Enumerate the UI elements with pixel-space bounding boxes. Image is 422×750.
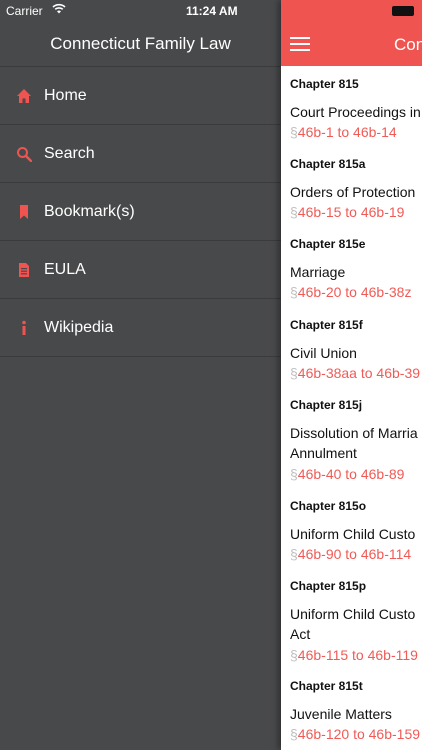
chapter-number: Chapter 815j bbox=[290, 398, 363, 412]
menu-item-eula[interactable]: EULA bbox=[0, 241, 281, 298]
section-symbol: § bbox=[290, 726, 298, 742]
chapter-number: Chapter 815e bbox=[290, 237, 366, 251]
side-drawer: Carrier 11:24 AM Connecticut Family Law … bbox=[0, 0, 281, 750]
battery-icon bbox=[392, 6, 414, 16]
document-icon bbox=[16, 262, 32, 278]
menu-item-label: Home bbox=[44, 86, 87, 104]
chapter-range: §46b-15 to 46b-19 bbox=[290, 204, 404, 220]
section-symbol: § bbox=[290, 647, 298, 663]
chapter-number: Chapter 815a bbox=[290, 157, 366, 171]
range-text: 46b-20 to 46b-38z bbox=[297, 284, 412, 300]
section-symbol: § bbox=[290, 204, 298, 220]
search-icon bbox=[16, 146, 32, 162]
menu-item-home[interactable]: Home bbox=[0, 67, 281, 124]
chapter-row[interactable]: Chapter 815e Marriage §46b-20 to 46b-38z bbox=[281, 226, 422, 308]
chapter-range: §46b-115 to 46b-119 bbox=[290, 647, 418, 663]
navigation-bar: Con bbox=[281, 0, 422, 66]
chapter-row[interactable]: Chapter 815p Uniform Child Custo Act §46… bbox=[281, 568, 422, 669]
section-symbol: § bbox=[290, 365, 298, 381]
chapter-row[interactable]: Chapter 815j Dissolution of Marria Annul… bbox=[281, 387, 422, 489]
chapter-range: §46b-38aa to 46b-39 bbox=[290, 365, 420, 381]
chapter-title: Uniform Child Custo bbox=[290, 606, 416, 622]
range-text: 46b-15 to 46b-19 bbox=[297, 204, 405, 220]
chapter-title: Marriage bbox=[290, 264, 346, 280]
chapter-range: §46b-1 to 46b-14 bbox=[290, 124, 397, 140]
bookmark-icon bbox=[16, 204, 32, 220]
menu-item-label: EULA bbox=[44, 260, 86, 278]
chapter-number: Chapter 815o bbox=[290, 499, 367, 513]
chapter-title: Court Proceedings in bbox=[290, 104, 421, 120]
range-text: 46b-115 to 46b-119 bbox=[297, 647, 418, 663]
nav-title: Con bbox=[394, 35, 422, 54]
home-icon bbox=[16, 88, 32, 104]
chapter-title: Civil Union bbox=[290, 345, 357, 361]
chapter-number: Chapter 815t bbox=[290, 679, 363, 693]
section-symbol: § bbox=[290, 546, 298, 562]
chapter-title: Juvenile Matters bbox=[290, 706, 392, 722]
section-symbol: § bbox=[290, 466, 298, 482]
range-text: 46b-90 to 46b-114 bbox=[297, 546, 412, 562]
drawer-title: Connecticut Family Law bbox=[50, 34, 231, 53]
menu-item-label: Bookmark(s) bbox=[44, 202, 135, 220]
chapter-title: Uniform Child Custo bbox=[290, 526, 416, 542]
menu-item-label: Wikipedia bbox=[44, 318, 114, 336]
divider bbox=[0, 356, 281, 357]
chapter-title-line-2: Act bbox=[290, 626, 311, 642]
chapter-range: §46b-90 to 46b-114 bbox=[290, 546, 411, 562]
chapter-number: Chapter 815f bbox=[290, 318, 363, 332]
menu-item-bookmarks[interactable]: Bookmark(s) bbox=[0, 183, 281, 240]
chapter-range: §46b-120 to 46b-159 bbox=[290, 726, 420, 742]
chapter-title: Dissolution of Marria bbox=[290, 425, 418, 441]
menu-item-label: Search bbox=[44, 144, 95, 162]
section-symbol: § bbox=[290, 124, 298, 140]
chapter-title-line-2: Annulment bbox=[290, 445, 357, 461]
chapter-number: Chapter 815p bbox=[290, 579, 367, 593]
range-text: 46b-40 to 46b-89 bbox=[297, 466, 405, 482]
chapter-row[interactable]: Chapter 815 Court Proceedings in §46b-1 … bbox=[281, 66, 422, 147]
section-symbol: § bbox=[290, 284, 298, 300]
menu-item-wikipedia[interactable]: Wikipedia bbox=[0, 299, 281, 356]
chapter-title: Orders of Protection bbox=[290, 184, 416, 200]
range-text: 46b-120 to 46b-159 bbox=[297, 726, 421, 742]
menu-icon[interactable] bbox=[290, 37, 310, 51]
wifi-icon bbox=[52, 3, 66, 17]
clock: 11:24 AM bbox=[186, 4, 238, 18]
info-icon bbox=[16, 320, 32, 336]
status-bar: Carrier 11:24 AM bbox=[0, 0, 281, 22]
chapter-row[interactable]: Chapter 815a Orders of Protection §46b-1… bbox=[281, 146, 422, 227]
chapter-number: Chapter 815 bbox=[290, 77, 359, 91]
chapter-range: §46b-40 to 46b-89 bbox=[290, 466, 404, 482]
range-text: 46b-1 to 46b-14 bbox=[297, 124, 397, 140]
chapter-row[interactable]: Chapter 815f Civil Union §46b-38aa to 46… bbox=[281, 307, 422, 388]
carrier-label: Carrier bbox=[6, 4, 43, 18]
range-text: 46b-38aa to 46b-39 bbox=[297, 365, 421, 381]
menu-item-search[interactable]: Search bbox=[0, 125, 281, 182]
chapter-range: §46b-20 to 46b-38z bbox=[290, 284, 411, 300]
chapter-row[interactable]: Chapter 815o Uniform Child Custo §46b-90… bbox=[281, 488, 422, 569]
main-content: Con Chapter 815 Court Proceedings in §46… bbox=[281, 0, 422, 750]
chapter-row[interactable]: Chapter 815t Juvenile Matters §46b-120 t… bbox=[281, 668, 422, 750]
